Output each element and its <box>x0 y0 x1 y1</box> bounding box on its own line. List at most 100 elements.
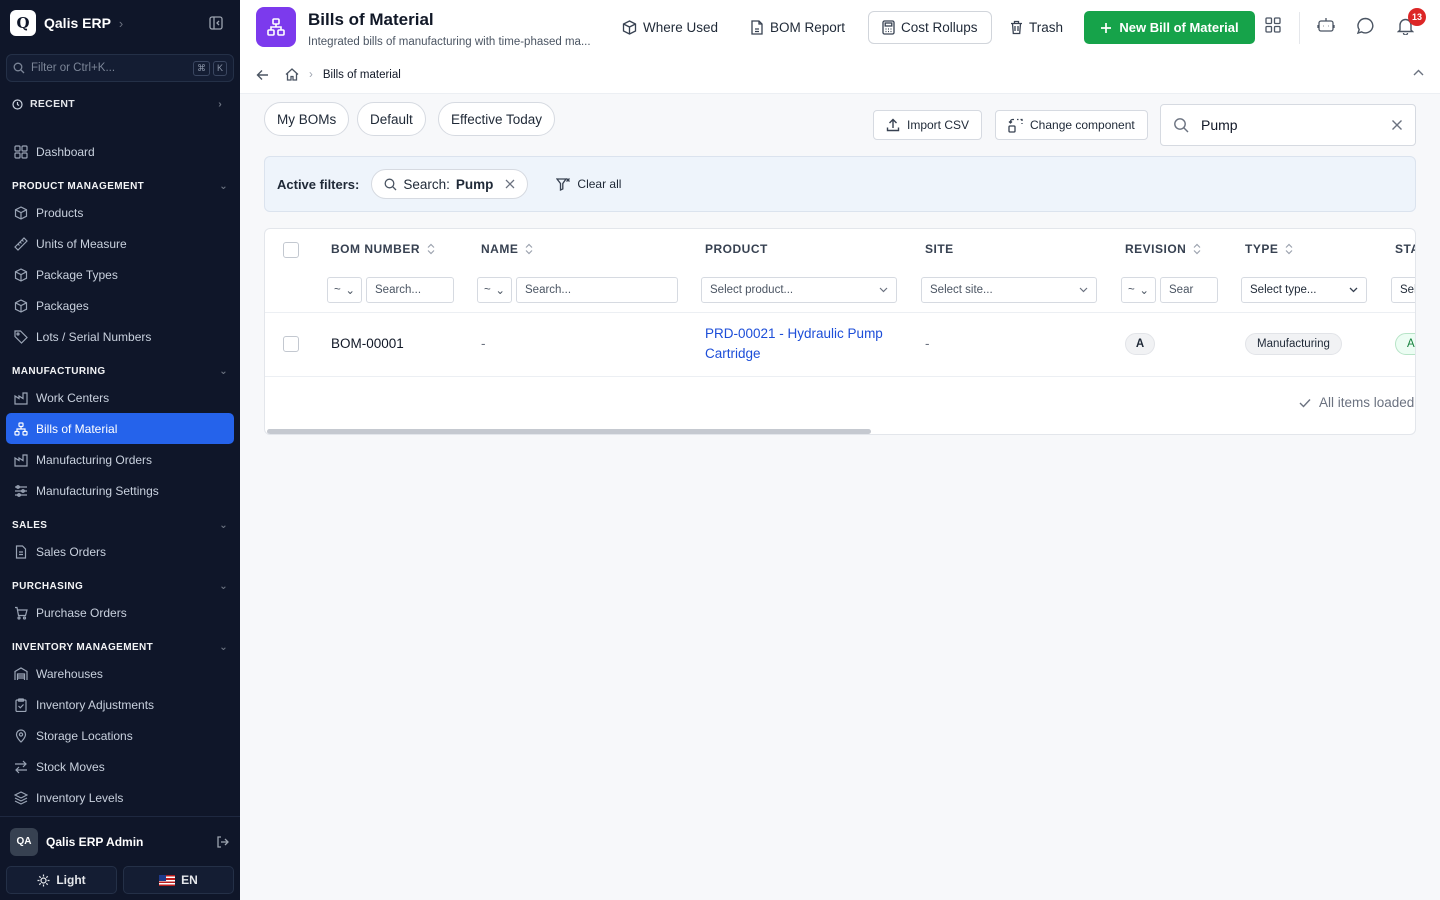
nav-section-inventory-management[interactable]: INVENTORY MANAGEMENT ⌄ <box>6 636 234 658</box>
column-header-status[interactable]: STA <box>1395 242 1415 256</box>
view-effective-today[interactable]: Effective Today <box>438 102 556 136</box>
revision-operator-select[interactable]: ~ ⌄ <box>1121 277 1156 303</box>
sidebar-item-warehouses[interactable]: Warehouses <box>6 658 234 689</box>
recent-section[interactable]: RECENT › <box>12 98 222 110</box>
bom-number-operator-select[interactable]: ~ ⌄ <box>327 277 362 303</box>
avatar: QA <box>10 827 38 856</box>
sidebar-item-label: Units of Measure <box>36 236 127 251</box>
grid-icon <box>14 144 28 159</box>
chevron-right-icon: › <box>118 15 124 31</box>
view-default[interactable]: Default <box>357 102 426 136</box>
arrows-icon <box>14 760 28 774</box>
sidebar-item-label: Package Types <box>36 267 118 282</box>
logout-icon[interactable] <box>216 835 230 849</box>
row-checkbox[interactable] <box>283 336 299 352</box>
bom-number-filter-input[interactable]: Search... <box>366 277 454 303</box>
sidebar-item-stock-moves[interactable]: Stock Moves <box>6 751 234 782</box>
sidebar-item-bills-of-material[interactable]: Bills of Material <box>6 413 234 444</box>
sidebar-collapse-icon[interactable] <box>209 16 223 30</box>
chevron-down-icon <box>1349 287 1358 293</box>
sidebar-item-purchase-orders[interactable]: Purchase Orders <box>6 597 234 628</box>
sidebar-item-inventory-levels[interactable]: Inventory Levels <box>6 782 234 813</box>
column-header-type[interactable]: TYPE <box>1245 242 1293 256</box>
sidebar-item-work-centers[interactable]: Work Centers <box>6 382 234 413</box>
column-header-product[interactable]: PRODUCT <box>705 242 768 256</box>
brand[interactable]: Q Qalis ERP › <box>10 10 123 36</box>
box-icon <box>14 205 28 220</box>
active-filters-bar: Active filters: Search: Pump Clear all <box>264 156 1416 212</box>
nav-section-product-management[interactable]: PRODUCT MANAGEMENT ⌄ <box>6 175 234 197</box>
product-filter-select[interactable]: Select product... <box>701 277 897 303</box>
chevron-down-icon <box>879 287 888 293</box>
clear-all-filters-button[interactable]: Clear all <box>556 177 621 192</box>
home-icon[interactable] <box>285 68 299 81</box>
sidebar-item-sales-orders[interactable]: Sales Orders <box>6 536 234 567</box>
sidebar-item-label: Purchase Orders <box>36 605 127 620</box>
app-logo: Q <box>10 10 36 36</box>
nav-section-purchasing[interactable]: PURCHASING ⌄ <box>6 575 234 597</box>
us-flag-icon <box>159 874 176 886</box>
bom-report-button[interactable]: BOM Report <box>742 11 853 44</box>
chevron-down-icon: ⌄ <box>345 285 355 297</box>
column-header-revision[interactable]: REVISION <box>1125 242 1201 256</box>
sidebar-item-package-types[interactable]: Package Types <box>6 259 234 290</box>
breadcrumb: › Bills of material <box>240 56 1440 94</box>
sidebar-item-lots-serial-numbers[interactable]: Lots / Serial Numbers <box>6 321 234 352</box>
cell-product-link[interactable]: PRD-00021 - Hydraulic Pump Cartridge <box>705 324 905 364</box>
recent-label: RECENT <box>30 98 75 110</box>
status-badge: Ac <box>1395 333 1415 355</box>
sidebar-item-dashboard[interactable]: Dashboard <box>6 136 234 167</box>
theme-toggle-button[interactable]: Light <box>6 866 117 894</box>
header-divider <box>265 312 1415 313</box>
clock-icon <box>12 98 23 110</box>
filter-chip-search[interactable]: Search: Pump <box>371 169 529 199</box>
cart-icon <box>14 606 28 620</box>
change-component-button[interactable]: Change component <box>995 110 1148 140</box>
sidebar-item-products[interactable]: Products <box>6 197 234 228</box>
sidebar-item-units-of-measure[interactable]: Units of Measure <box>6 228 234 259</box>
import-csv-button[interactable]: Import CSV <box>873 110 983 140</box>
name-filter-input[interactable]: Search... <box>516 277 678 303</box>
layers-icon <box>14 790 28 805</box>
sidebar-item-storage-locations[interactable]: Storage Locations <box>6 720 234 751</box>
view-my-boms[interactable]: My BOMs <box>264 102 350 136</box>
column-header-name[interactable]: NAME <box>481 242 533 256</box>
type-filter-select[interactable]: Select type... <box>1241 277 1367 303</box>
plus-icon <box>1100 22 1112 34</box>
revision-filter-input[interactable]: Sear <box>1160 277 1218 303</box>
search-input[interactable]: Pump <box>1160 104 1416 146</box>
remove-filter-icon[interactable] <box>505 179 515 189</box>
select-all-checkbox[interactable] <box>283 242 299 258</box>
user-profile[interactable]: QA Qalis ERP Admin <box>0 816 240 866</box>
trash-button[interactable]: Trash <box>1002 11 1071 44</box>
clear-search-icon[interactable] <box>1391 119 1403 131</box>
name-operator-select[interactable]: ~ ⌄ <box>477 277 512 303</box>
where-used-button[interactable]: Where Used <box>614 11 726 44</box>
new-bom-button[interactable]: New Bill of Material <box>1084 11 1255 44</box>
nav-section-manufacturing[interactable]: MANUFACTURING ⌄ <box>6 360 234 382</box>
sidebar-item-label: Warehouses <box>36 666 103 681</box>
column-header-bom-number[interactable]: BOM NUMBER <box>331 242 435 256</box>
horizontal-scrollbar[interactable] <box>267 429 871 434</box>
sidebar-filter-input[interactable]: Filter or Ctrl+K... ⌘ K <box>6 54 234 82</box>
apps-grid-icon[interactable] <box>1265 17 1281 33</box>
site-filter-select[interactable]: Select site... <box>921 277 1097 303</box>
column-header-site[interactable]: SITE <box>925 242 954 256</box>
status-filter-select[interactable]: Sel <box>1391 277 1415 303</box>
chevron-up-icon[interactable] <box>1413 69 1424 76</box>
cost-rollups-button[interactable]: Cost Rollups <box>868 11 992 44</box>
sidebar-item-inventory-adjustments[interactable]: Inventory Adjustments <box>6 689 234 720</box>
chat-icon[interactable] <box>1356 17 1375 35</box>
sidebar-item-manufacturing-settings[interactable]: Manufacturing Settings <box>6 475 234 506</box>
nav-section-sales[interactable]: SALES ⌄ <box>6 514 234 536</box>
tag-icon <box>14 329 28 344</box>
shortcut-hint: ⌘ K <box>192 60 227 76</box>
sidebar-item-packages[interactable]: Packages <box>6 290 234 321</box>
robot-icon[interactable] <box>1317 17 1335 33</box>
language-button[interactable]: EN <box>123 866 234 894</box>
back-arrow-icon[interactable] <box>256 69 269 81</box>
sidebar-item-manufacturing-orders[interactable]: Manufacturing Orders <box>6 444 234 475</box>
ruler-icon <box>14 236 28 251</box>
hierarchy-icon <box>256 7 296 47</box>
upload-icon <box>886 118 900 132</box>
